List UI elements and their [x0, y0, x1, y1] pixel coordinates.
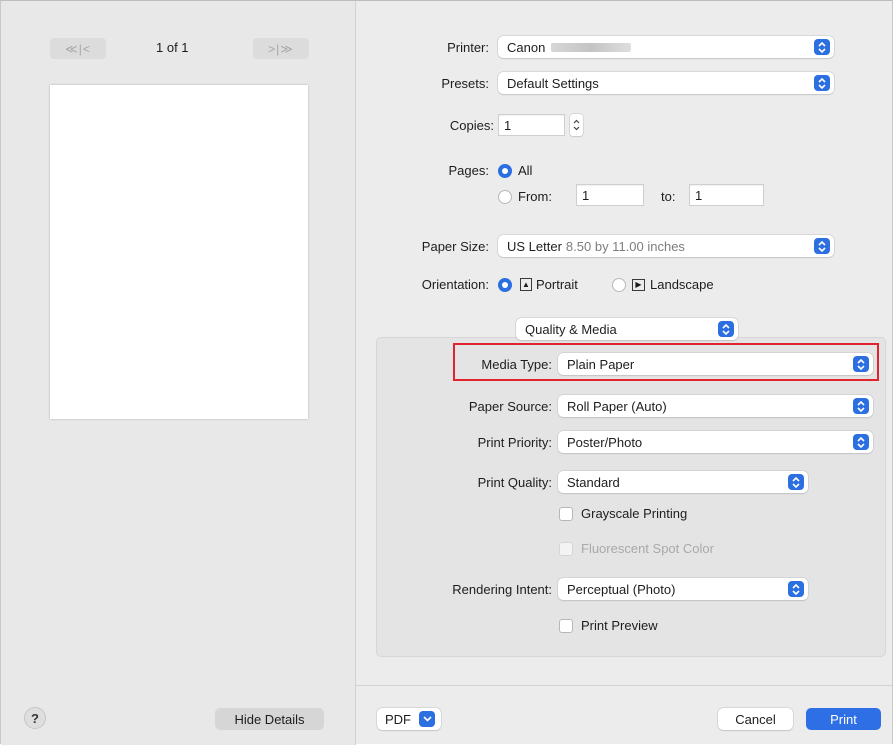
portrait-label: Portrait: [536, 277, 578, 292]
print-priority-popup[interactable]: Poster/Photo: [558, 431, 873, 453]
copies-label: Copies:: [449, 118, 494, 133]
print-quality-label: Print Quality:: [477, 475, 552, 490]
pdf-label: PDF: [385, 711, 411, 727]
print-priority-label: Print Priority:: [477, 435, 552, 450]
paper-source-popup[interactable]: Roll Paper (Auto): [558, 395, 873, 417]
paper-source-value: Roll Paper (Auto): [567, 398, 667, 414]
print-dialog: ≪|< 1 of 1 >|≫ ? Hide Details Printer: C…: [0, 0, 893, 745]
landscape-label: Landscape: [650, 277, 714, 292]
copies-stepper[interactable]: [570, 114, 583, 136]
copies-field[interactable]: 1: [498, 114, 565, 136]
pages-from-label: From:: [518, 189, 552, 204]
print-quality-popup[interactable]: Standard: [558, 471, 808, 493]
pages-to-field[interactable]: 1: [689, 184, 764, 206]
paper-source-label: Paper Source:: [468, 399, 552, 414]
presets-value: Default Settings: [507, 75, 599, 91]
paper-size-detail: 8.50 by 11.00 inches: [565, 238, 685, 254]
help-button[interactable]: ?: [24, 707, 46, 729]
pages-all-radio[interactable]: [498, 164, 512, 178]
section-popup[interactable]: Quality & Media: [516, 318, 738, 340]
presets-popup[interactable]: Default Settings: [498, 72, 834, 94]
cancel-button[interactable]: Cancel: [718, 708, 793, 730]
rendering-intent-label: Rendering Intent:: [452, 582, 552, 597]
print-button[interactable]: Print: [806, 708, 881, 730]
rendering-intent-value: Perceptual (Photo): [567, 581, 676, 597]
footer-divider: [356, 685, 892, 686]
portrait-radio[interactable]: [498, 278, 512, 292]
chevron-updown-icon: [814, 238, 830, 254]
presets-label: Presets:: [441, 76, 489, 91]
printer-label: Printer:: [447, 40, 489, 55]
print-quality-value: Standard: [567, 474, 620, 490]
printer-value: Canon: [507, 39, 546, 55]
hide-details-button[interactable]: Hide Details: [215, 708, 324, 730]
chevron-updown-icon: [788, 474, 804, 490]
print-preview-checkbox[interactable]: [559, 619, 573, 633]
rendering-intent-popup[interactable]: Perceptual (Photo): [558, 578, 808, 600]
page-indicator: 1 of 1: [156, 40, 189, 55]
preview-pane: ≪|< 1 of 1 >|≫ ? Hide Details: [1, 1, 356, 745]
paper-size-value: US Letter: [507, 238, 562, 254]
pdf-menu-button[interactable]: PDF: [377, 708, 441, 730]
next-last-page-button[interactable]: >|≫: [253, 38, 309, 59]
printer-popup[interactable]: Canon: [498, 36, 834, 58]
print-preview-label: Print Preview: [581, 618, 658, 633]
portrait-icon: ▲: [520, 278, 532, 291]
chevron-updown-icon: [788, 581, 804, 597]
pages-label: Pages:: [448, 163, 489, 178]
orientation-label: Orientation:: [421, 277, 489, 292]
print-priority-value: Poster/Photo: [567, 434, 643, 450]
pages-from-field[interactable]: 1: [576, 184, 644, 206]
chevron-down-icon: [419, 711, 435, 727]
printer-name-redacted: [551, 42, 632, 52]
fluorescent-label: Fluorescent Spot Color: [581, 541, 714, 556]
chevron-updown-icon: [814, 75, 830, 91]
pages-from-radio[interactable]: [498, 190, 512, 204]
media-type-highlight: [453, 343, 879, 381]
paper-size-popup[interactable]: US Letter 8.50 by 11.00 inches: [498, 235, 834, 257]
landscape-icon: ▶: [632, 279, 645, 291]
landscape-radio[interactable]: [612, 278, 626, 292]
chevron-updown-icon: [814, 39, 830, 55]
chevron-updown-icon: [718, 321, 734, 337]
paper-size-label: Paper Size:: [421, 239, 489, 254]
grayscale-checkbox[interactable]: [559, 507, 573, 521]
pages-all-label: All: [518, 163, 533, 178]
page-preview: [50, 85, 308, 419]
grayscale-label: Grayscale Printing: [581, 506, 688, 521]
first-prev-page-button[interactable]: ≪|<: [50, 38, 106, 59]
stepper-arrows-icon: [573, 119, 580, 131]
fluorescent-checkbox: [559, 542, 573, 556]
chevron-updown-icon: [853, 434, 869, 450]
chevron-updown-icon: [853, 398, 869, 414]
pages-to-label: to:: [661, 189, 676, 204]
quality-media-group: [376, 337, 886, 657]
section-value: Quality & Media: [525, 321, 617, 337]
